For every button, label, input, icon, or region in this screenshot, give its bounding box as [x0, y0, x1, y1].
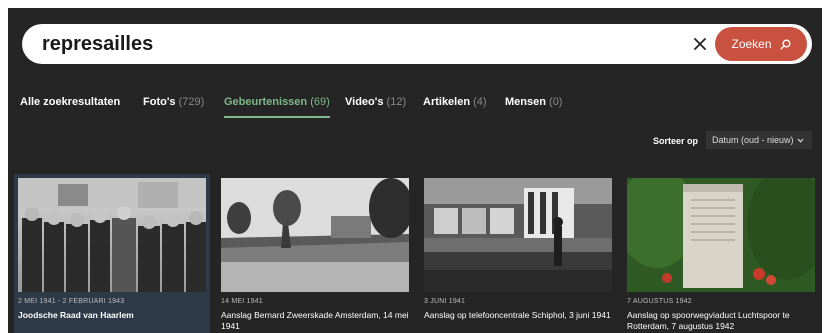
- result-date: 14 MEI 1941: [221, 298, 263, 305]
- sort-label: Sorteer op: [653, 136, 699, 146]
- tab-label: Artikelen: [423, 96, 471, 108]
- result-card[interactable]: 3 JUNI 1941 Aanslag op telefooncentrale …: [420, 174, 616, 333]
- result-date: 7 AUGUSTUS 1942: [627, 298, 692, 305]
- clear-search-button[interactable]: [688, 32, 712, 56]
- sort-dropdown[interactable]: Datum (oud - nieuw): [706, 131, 812, 149]
- search-button[interactable]: Zoeken: [715, 27, 807, 61]
- tab-count: (729): [178, 96, 205, 108]
- result-card[interactable]: 2 MEI 1941 - 2 FEBRUARI 1943 Joodsche Ra…: [14, 174, 210, 333]
- tab-gebeurtenissen[interactable]: Gebeurtenissen (69): [224, 96, 330, 118]
- tab-label: Gebeurtenissen: [224, 96, 308, 108]
- tab-count: (69): [310, 96, 330, 108]
- result-thumbnail: [424, 178, 612, 292]
- result-date: 3 JUNI 1941: [424, 298, 466, 305]
- tab-label: Alle zoekresultaten: [20, 96, 121, 108]
- result-title: Aanslag op telefooncentrale Schiphol, 3 …: [424, 310, 611, 320]
- search-results-page: Zoeken Alle zoekresultaten Foto's (729) …: [8, 8, 822, 333]
- search-icon: [780, 39, 791, 49]
- tab-count: (0): [549, 96, 563, 108]
- search-button-label: Zoeken: [731, 37, 772, 51]
- telephone-exchange-image: [424, 178, 612, 292]
- street-scene-image: [221, 178, 409, 292]
- monument-image: [627, 178, 815, 292]
- tab-videos[interactable]: Video's (12): [345, 96, 406, 118]
- result-thumbnail: [627, 178, 815, 292]
- result-title: Joodsche Raad van Haarlem: [18, 310, 134, 320]
- result-card[interactable]: 7 AUGUSTUS 1942 Aanslag op spoorwegviadu…: [623, 174, 819, 333]
- result-thumbnail: [221, 178, 409, 292]
- tab-alle-zoekresultaten[interactable]: Alle zoekresultaten: [20, 96, 120, 118]
- tab-count: (4): [473, 96, 487, 108]
- tab-label: Video's: [345, 96, 384, 108]
- result-title: Aanslag Bernard Zweerskade Amsterdam, 14…: [221, 310, 409, 331]
- result-thumbnail: [18, 178, 206, 292]
- result-card[interactable]: 14 MEI 1941 Aanslag Bernard Zweerskade A…: [217, 174, 413, 333]
- chevron-down-icon: [797, 138, 803, 143]
- tab-mensen[interactable]: Mensen (0): [505, 96, 562, 118]
- tab-fotos[interactable]: Foto's (729): [143, 96, 204, 118]
- tab-count: (12): [386, 96, 407, 108]
- sort-selected-value: Datum (oud - nieuw): [712, 135, 794, 145]
- group-photo-image: [18, 178, 206, 292]
- tab-artikelen[interactable]: Artikelen (4): [423, 96, 487, 118]
- close-icon: [694, 38, 706, 50]
- tab-label: Mensen: [505, 96, 546, 108]
- result-title: Aanslag op spoorwegviaduct Luchtspoor te…: [627, 310, 790, 331]
- search-bar: Zoeken: [22, 24, 812, 64]
- tab-label: Foto's: [143, 96, 176, 108]
- search-input[interactable]: [42, 28, 642, 60]
- result-date: 2 MEI 1941 - 2 FEBRUARI 1943: [18, 298, 125, 305]
